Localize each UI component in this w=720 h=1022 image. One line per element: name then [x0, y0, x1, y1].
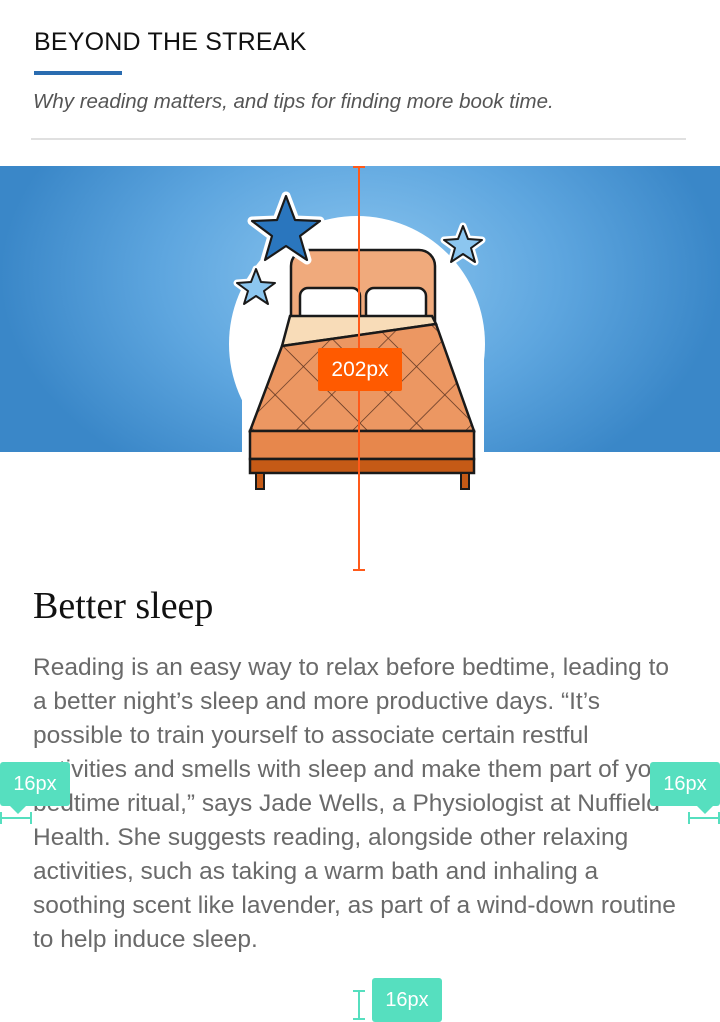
bed-leg-left — [255, 472, 265, 490]
article-body: Reading is an easy way to relax before b… — [33, 654, 676, 953]
height-measure-badge: 202px — [318, 348, 402, 391]
right-margin-marker — [688, 812, 720, 824]
height-measure-cap-top — [353, 166, 365, 168]
section-title: BEYOND THE STREAK — [34, 28, 307, 56]
left-margin-badge: 16px — [0, 762, 70, 806]
section-subtitle: Why reading matters, and tips for findin… — [33, 90, 554, 113]
left-margin-pointer — [10, 806, 26, 814]
bottom-margin-badge: 16px — [372, 978, 442, 1022]
height-measure-cap-bottom — [353, 569, 365, 571]
right-margin-pointer — [697, 806, 713, 814]
article-screen: BEYOND THE STREAK Why reading matters, a… — [0, 0, 720, 1022]
header-divider — [31, 138, 686, 140]
bottom-margin-marker — [353, 990, 365, 1020]
left-margin-marker — [0, 812, 32, 824]
bed-frame — [248, 457, 476, 475]
blanket-front — [248, 429, 476, 461]
article-heading: Better sleep — [33, 585, 214, 627]
bed-leg-right — [460, 472, 470, 490]
right-margin-badge: 16px — [650, 762, 720, 806]
title-underline — [34, 71, 122, 75]
bed-with-stars-icon — [229, 191, 486, 494]
